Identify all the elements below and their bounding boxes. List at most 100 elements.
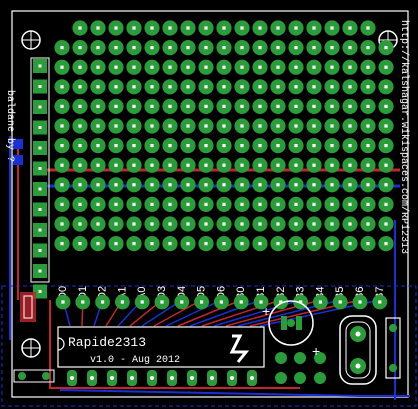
mounting-hole-bottom-left (21, 338, 41, 358)
grid-pad (144, 138, 160, 154)
grid-pad (162, 118, 178, 134)
header-pad (313, 294, 328, 310)
grid-pad (126, 138, 142, 154)
ic-pin (227, 370, 237, 386)
grid-pad (198, 98, 214, 114)
grid-pad (144, 98, 160, 114)
led-component (13, 292, 55, 383)
grid-pad (162, 40, 178, 56)
grid-pad (252, 40, 268, 56)
grid-pad (162, 79, 178, 95)
grid-pad (234, 118, 250, 134)
grid-pad (252, 196, 268, 212)
grid-pad (162, 59, 178, 75)
grid-pad (252, 157, 268, 173)
grid-pad (180, 138, 196, 154)
svg-text:+: + (312, 343, 320, 359)
grid-pad (126, 236, 142, 252)
grid-pad (72, 40, 88, 56)
grid-pad (288, 118, 304, 134)
grid-pad (270, 157, 286, 173)
grid-pad (342, 79, 358, 95)
grid-pad (288, 216, 304, 232)
grid-pad (126, 20, 142, 36)
grid-pad (216, 236, 232, 252)
strip-pad (33, 79, 47, 94)
grid-pad (360, 118, 376, 134)
grid-pad (108, 138, 124, 154)
grid-pad (252, 138, 268, 154)
grid-pad (288, 40, 304, 56)
grid-pad (306, 177, 322, 193)
grid-pad (252, 216, 268, 232)
grid-pad (180, 79, 196, 95)
ic-pin (107, 370, 117, 386)
grid-pad (54, 216, 70, 232)
grid-pad (216, 177, 232, 193)
grid-pad (324, 157, 340, 173)
grid-pad (90, 196, 106, 212)
ic-pin (127, 370, 137, 386)
grid-pad (108, 20, 124, 36)
grid-pad (378, 79, 394, 95)
grid-pad (162, 216, 178, 232)
grid-pad (108, 118, 124, 134)
version-text: v1.0 - Aug 2012 (90, 355, 180, 366)
grid-pad (234, 157, 250, 173)
proto-grid (54, 20, 394, 252)
grid-pad (180, 59, 196, 75)
grid-pad (360, 59, 376, 75)
grid-pad (180, 196, 196, 212)
strip-pad (33, 120, 47, 135)
grid-pad (162, 98, 178, 114)
grid-pad (378, 157, 394, 173)
grid-pad (378, 98, 394, 114)
grid-pad (162, 20, 178, 36)
strip-pad (33, 202, 47, 217)
grid-pad (252, 98, 268, 114)
grid-pad (324, 98, 340, 114)
grid-pad (324, 216, 340, 232)
grid-pad (342, 216, 358, 232)
grid-pad (180, 157, 196, 173)
grid-pad (324, 79, 340, 95)
ic-pin (147, 370, 157, 386)
header-pad (75, 294, 91, 310)
grid-pad (90, 236, 106, 252)
grid-pad (342, 138, 358, 154)
grid-pad (288, 177, 304, 193)
grid-pad (306, 98, 322, 114)
grid-pad (180, 20, 196, 36)
strip-pad (33, 223, 47, 237)
header-pad (372, 294, 388, 310)
grid-pad (144, 196, 160, 212)
grid-pad (72, 138, 88, 154)
grid-pad (180, 98, 196, 114)
crystal-symbol (229, 334, 250, 363)
grid-pad (270, 138, 286, 154)
grid-pad (342, 157, 358, 173)
strip-pad (33, 141, 47, 155)
grid-pad (342, 177, 358, 193)
grid-pad (252, 79, 268, 95)
grid-pad (126, 157, 142, 173)
grid-pad (324, 20, 340, 36)
grid-pad (378, 138, 394, 154)
grid-pad (306, 20, 322, 36)
grid-pad (108, 98, 124, 114)
grid-pad (306, 40, 322, 56)
grid-pad (270, 236, 286, 252)
grid-pad (252, 59, 268, 75)
grid-pad (252, 236, 268, 252)
grid-pad (90, 118, 106, 134)
grid-pad (216, 40, 232, 56)
grid-pad (360, 98, 376, 114)
grid-pad (306, 59, 322, 75)
grid-pad (198, 138, 214, 154)
grid-pad (252, 177, 268, 193)
grid-pad (234, 236, 250, 252)
ic-pin (87, 370, 97, 386)
grid-pad (306, 118, 322, 134)
grid-pad (198, 216, 214, 232)
grid-pad (126, 177, 142, 193)
